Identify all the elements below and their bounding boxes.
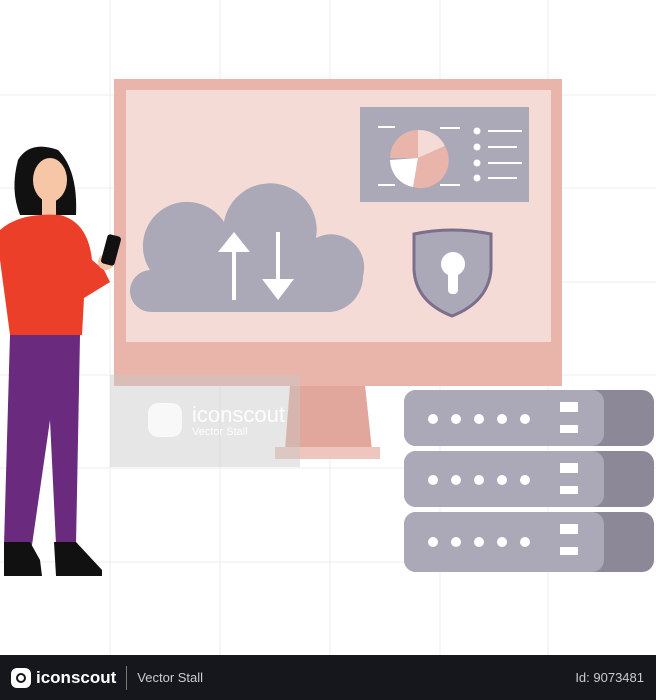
watermark-author: Vector Stall: [192, 426, 248, 438]
pie-chart-icon: [360, 107, 529, 202]
iconscout-logo-icon[interactable]: [11, 667, 31, 688]
scene-illustration: [0, 0, 656, 655]
iconscout-logo-icon: [148, 403, 182, 437]
footer-bar: iconscout Vector Stall Id: 9073481: [0, 655, 656, 700]
footer-author[interactable]: Vector Stall: [137, 670, 203, 685]
divider: [126, 665, 128, 690]
watermark-brand: iconscout: [192, 402, 285, 427]
woman-figure: [0, 146, 121, 576]
asset-id: Id: 9073481: [575, 670, 644, 685]
illustration: iconscout Vector Stall iconscout Vector …: [0, 0, 656, 700]
footer-brand[interactable]: iconscout: [36, 668, 116, 688]
watermark: iconscout Vector Stall: [110, 375, 300, 467]
server-rack-icon: [404, 390, 654, 572]
